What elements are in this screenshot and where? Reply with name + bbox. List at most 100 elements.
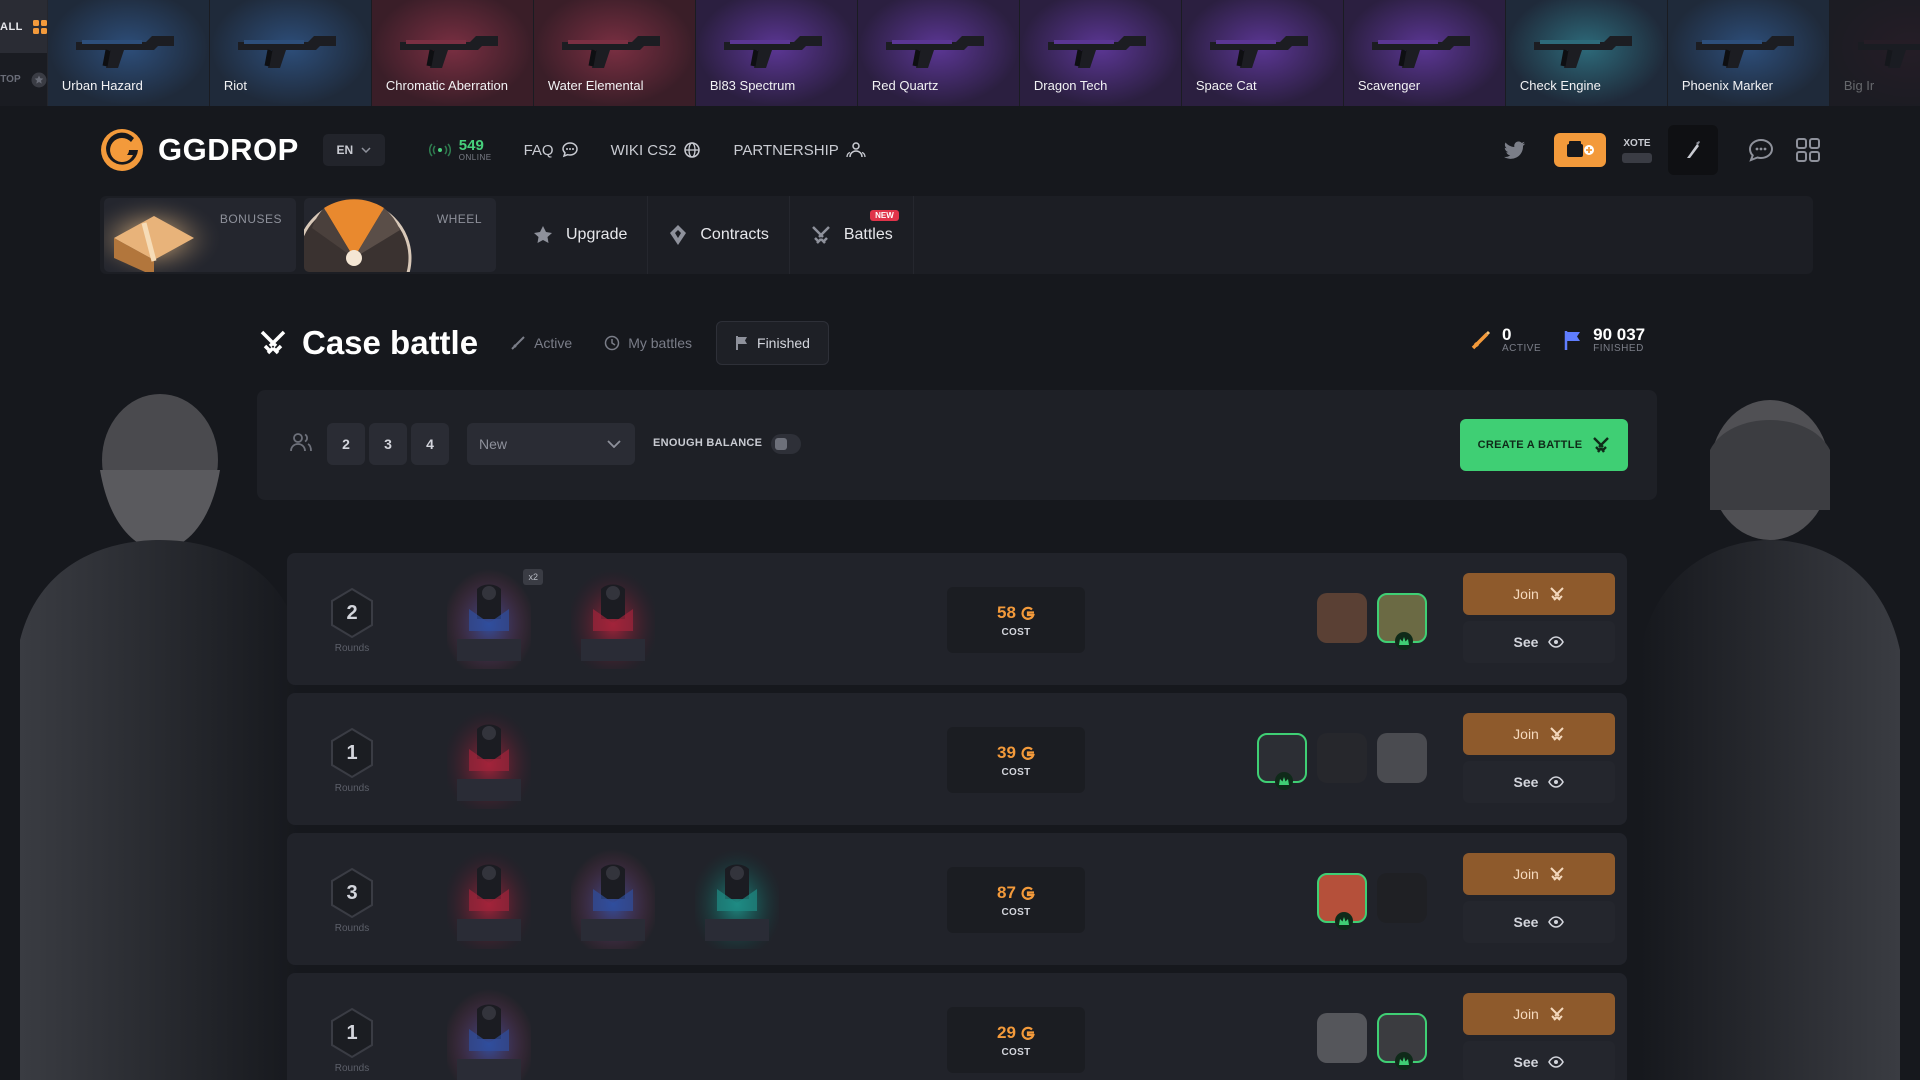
weapon-skin-icon xyxy=(561,36,660,68)
join-label: Join xyxy=(1513,1006,1539,1022)
drop-item[interactable]: Space Cat xyxy=(1181,0,1343,106)
user-balance[interactable]: XOTE xyxy=(1622,138,1652,163)
battle-stats: 0 ACTIVE 90 037 FINISHED xyxy=(1470,326,1645,354)
see-button[interactable]: See xyxy=(1463,621,1615,663)
tab-active[interactable]: Active xyxy=(510,335,572,351)
menu-battles[interactable]: Battles NEW xyxy=(790,196,914,274)
drop-item-name: Check Engine xyxy=(1519,78,1601,93)
tab-my-battles[interactable]: My battles xyxy=(604,335,692,351)
battle-cases xyxy=(447,989,531,1080)
see-button[interactable]: See xyxy=(1463,901,1615,943)
drops-filter-all[interactable]: ALL xyxy=(0,0,47,53)
chat-button[interactable] xyxy=(1748,138,1774,162)
cost-label: COST xyxy=(1001,906,1031,918)
tab-finished[interactable]: Finished xyxy=(716,321,829,365)
ggdrop-logo-icon[interactable] xyxy=(100,128,144,172)
rounds-indicator: 1 Rounds xyxy=(327,727,377,794)
drop-item[interactable]: Big Ir xyxy=(1829,0,1920,106)
user-avatar[interactable] xyxy=(1668,125,1718,175)
players-filter-2[interactable]: 2 xyxy=(327,423,365,465)
battle-row: 1 Rounds 29 COST Join See xyxy=(287,973,1627,1080)
tab-my-battles-label: My battles xyxy=(628,335,693,351)
battle-row: 3 Rounds 87 COST Join See xyxy=(287,833,1627,965)
add-balance-button[interactable] xyxy=(1554,133,1606,167)
case-multiplier-badge: x2 xyxy=(523,569,543,585)
wheel-tile[interactable]: WHEEL xyxy=(304,198,496,272)
nav-wiki[interactable]: WIKI CS2 xyxy=(611,141,702,159)
bonuses-tile[interactable]: BONUSES xyxy=(104,198,296,272)
enough-balance-label: ENOUGH BALANCE xyxy=(653,437,763,449)
drops-filter-top[interactable]: TOP xyxy=(0,53,47,106)
menu-battles-label: Battles xyxy=(843,226,893,243)
player-avatar[interactable] xyxy=(1317,873,1367,930)
menu-contracts-label: Contracts xyxy=(700,226,769,243)
menu-upgrade[interactable]: Upgrade xyxy=(512,196,649,274)
create-battle-label: CREATE A BATTLE xyxy=(1477,439,1583,451)
drop-item-name: Urban Hazard xyxy=(61,78,143,93)
rounds-indicator: 1 Rounds xyxy=(327,1007,377,1074)
battle-cost: 58 COST xyxy=(947,587,1085,653)
player-avatar[interactable] xyxy=(1377,593,1427,650)
player-avatar[interactable] xyxy=(1377,1013,1427,1070)
drop-item[interactable]: Phoenix Marker xyxy=(1667,0,1829,106)
player-avatar[interactable] xyxy=(1317,1013,1367,1063)
drop-item[interactable]: Bl83 Spectrum xyxy=(695,0,857,106)
rounds-label: Rounds xyxy=(334,783,370,794)
rounds-count: 1 xyxy=(346,741,358,764)
live-drops-strip: ALL TOP Urban Hazard Riot Chromatic Aber… xyxy=(0,0,1920,106)
flag-icon xyxy=(1564,331,1581,350)
eye-icon xyxy=(1548,916,1565,928)
drop-item[interactable]: Dragon Tech xyxy=(1019,0,1181,106)
rounds-indicator: 3 Rounds xyxy=(327,867,377,934)
brand-name[interactable]: GGDROP xyxy=(158,132,299,168)
join-button[interactable]: Join xyxy=(1463,573,1615,615)
cost-label: COST xyxy=(1001,626,1031,638)
battles-list: 2 Rounds x2 58 COST Join See 1 Rounds 39… xyxy=(287,553,1627,1080)
cost-label: COST xyxy=(1001,766,1031,778)
nav-partnership[interactable]: PARTNERSHIP xyxy=(733,141,866,159)
winner-crown-icon xyxy=(1275,772,1293,790)
drop-item[interactable]: Chromatic Aberration xyxy=(371,0,533,106)
join-button[interactable]: Join xyxy=(1463,713,1615,755)
wallet-plus-icon xyxy=(1567,141,1594,157)
join-label: Join xyxy=(1513,726,1539,742)
see-button[interactable]: See xyxy=(1463,761,1615,803)
apps-menu-button[interactable] xyxy=(1796,138,1820,162)
rounds-label: Rounds xyxy=(334,923,370,934)
rounds-count: 1 xyxy=(346,1021,358,1044)
drop-item-name: Chromatic Aberration xyxy=(385,78,509,93)
players-icon xyxy=(290,433,312,452)
drop-item[interactable]: Urban Hazard xyxy=(47,0,209,106)
nav-faq[interactable]: FAQ xyxy=(524,141,579,159)
player-avatar[interactable] xyxy=(1317,593,1367,643)
see-button[interactable]: See xyxy=(1463,1041,1615,1080)
players-filter-4[interactable]: 4 xyxy=(411,423,449,465)
chat-bubble-icon xyxy=(561,142,578,158)
cost-amount: 29 xyxy=(997,1022,1016,1042)
menu-contracts[interactable]: Contracts xyxy=(648,196,790,274)
drop-item-name: Scavenger xyxy=(1357,78,1421,93)
players-filter-3[interactable]: 3 xyxy=(369,423,407,465)
new-badge: NEW xyxy=(870,210,899,221)
twitter-icon[interactable] xyxy=(1504,141,1526,159)
drop-item[interactable]: Riot xyxy=(209,0,371,106)
player-avatar[interactable] xyxy=(1377,733,1427,783)
create-battle-button[interactable]: CREATE A BATTLE xyxy=(1460,419,1628,471)
case-image xyxy=(571,569,655,669)
battle-filters-panel: 2 3 4 New ENOUGH BALANCE CREATE A BATTLE xyxy=(257,390,1657,500)
language-select[interactable]: EN xyxy=(322,134,385,166)
player-avatar[interactable] xyxy=(1377,873,1427,923)
drop-item[interactable]: Scavenger xyxy=(1343,0,1505,106)
player-avatar[interactable] xyxy=(1257,733,1307,790)
rounds-count-badge: 1 xyxy=(328,727,376,779)
drop-item[interactable]: Water Elemental xyxy=(533,0,695,106)
join-button[interactable]: Join xyxy=(1463,853,1615,895)
player-avatar[interactable] xyxy=(1317,733,1367,783)
drop-item[interactable]: Red Quartz xyxy=(857,0,1019,106)
join-button[interactable]: Join xyxy=(1463,993,1615,1035)
crossed-swords-icon xyxy=(1550,727,1564,741)
enough-balance-toggle[interactable] xyxy=(771,434,801,454)
sort-select[interactable]: New xyxy=(467,423,635,465)
drop-item[interactable]: Check Engine xyxy=(1505,0,1667,106)
weapon-skin-icon xyxy=(723,36,822,68)
